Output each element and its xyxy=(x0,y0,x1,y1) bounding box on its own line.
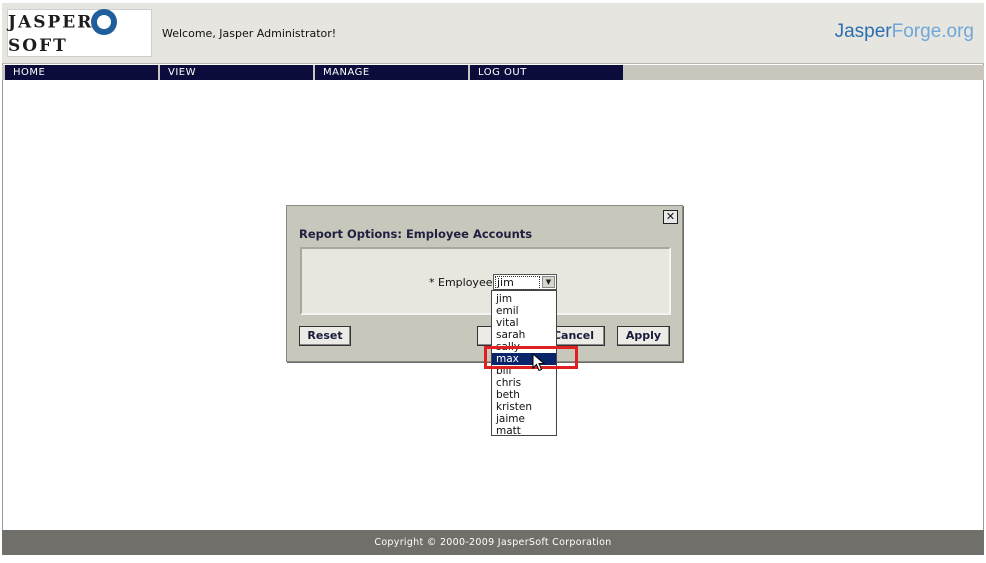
logo-wordmark: JASPER SOFT xyxy=(8,9,151,56)
footer: Copyright © 2000-2009 JasperSoft Corpora… xyxy=(2,530,984,555)
welcome-message: Welcome, Jasper Administrator! xyxy=(162,27,337,40)
forge-text-part1: Jasper xyxy=(834,21,892,42)
jasperforge-link[interactable]: JasperForge.org xyxy=(835,21,974,43)
selection-highlight-box xyxy=(484,346,578,369)
logo-text-soft: SOFT xyxy=(8,36,68,56)
employee-label: * Employee xyxy=(429,276,493,289)
logo-circle-icon xyxy=(91,9,118,35)
nav-logout[interactable]: LOG OUT xyxy=(470,65,623,80)
dropdown-option-chris[interactable]: chris xyxy=(492,377,556,389)
close-icon[interactable]: ✕ xyxy=(663,210,678,224)
report-options-dialog: ✕ Report Options: Employee Accounts * Em… xyxy=(286,205,683,362)
nav-home[interactable]: HOME xyxy=(5,65,158,80)
dropdown-option-vital[interactable]: vital xyxy=(492,317,556,329)
dropdown-option-jaime[interactable]: jaime xyxy=(492,413,556,425)
header: JASPER SOFT Welcome, Jasper Administrator… xyxy=(2,3,984,64)
dropdown-option-jim[interactable]: jim xyxy=(492,293,556,305)
main-nav: HOME VIEW MANAGE LOG OUT xyxy=(2,65,984,80)
dropdown-option-sarah[interactable]: sarah xyxy=(492,329,556,341)
dropdown-option-matt[interactable]: matt xyxy=(492,425,556,437)
reset-button[interactable]: Reset xyxy=(299,326,351,346)
mouse-cursor-icon xyxy=(532,353,546,372)
logo-text-jasper: JASPER xyxy=(8,12,94,33)
jaspersoft-logo[interactable]: JASPER SOFT xyxy=(7,9,152,57)
options-panel: * Employee jim ▼ xyxy=(300,247,671,315)
dropdown-option-kristen[interactable]: kristen xyxy=(492,401,556,413)
forge-text-part2: Forge.org xyxy=(891,21,974,42)
copyright-text: Copyright © 2000-2009 JasperSoft Corpora… xyxy=(374,537,612,548)
nav-view[interactable]: VIEW xyxy=(160,65,313,80)
chevron-down-icon[interactable]: ▼ xyxy=(542,276,555,288)
apply-button[interactable]: Apply xyxy=(617,326,670,346)
employee-select[interactable]: jim ▼ xyxy=(493,274,557,290)
nav-manage[interactable]: MANAGE xyxy=(315,65,468,80)
employee-select-value: jim xyxy=(495,276,540,290)
dropdown-option-beth[interactable]: beth xyxy=(492,389,556,401)
dialog-title: Report Options: Employee Accounts xyxy=(299,227,533,241)
dropdown-option-emil[interactable]: emil xyxy=(492,305,556,317)
